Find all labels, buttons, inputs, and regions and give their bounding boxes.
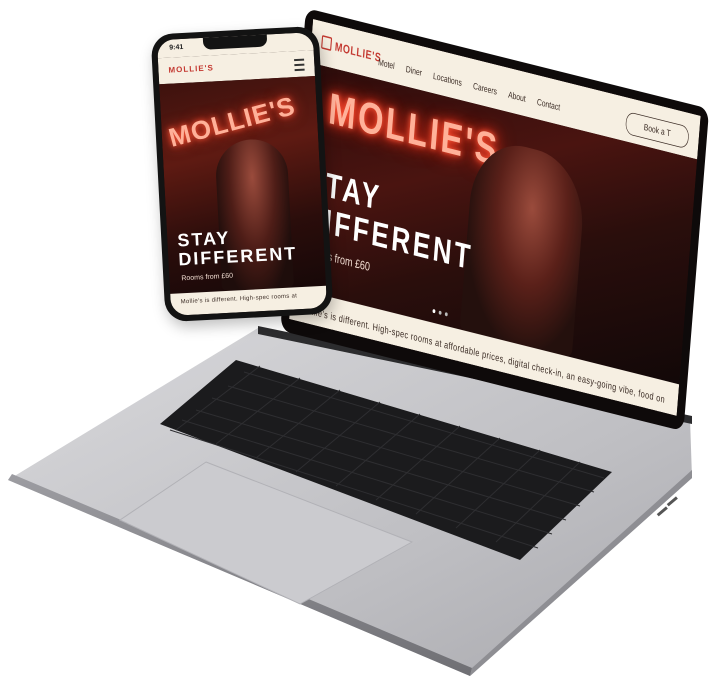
mobile-hero: MOLLIE'S STAY DIFFERENT Rooms from £60	[159, 76, 326, 294]
phone-viewport: 9:41 MOLLIE'S MOLLIE'S STAY DIFFERENT Roo…	[156, 32, 328, 316]
mobile-hero-title: STAY DIFFERENT	[176, 227, 298, 270]
mobile-logo[interactable]: MOLLIE'S	[168, 63, 214, 74]
nav-link-about[interactable]: About	[508, 89, 526, 104]
logo-mark-icon	[321, 34, 333, 51]
status-time: 9:41	[169, 43, 184, 52]
logo-text: MOLLIE'S	[334, 40, 382, 65]
carousel-dot[interactable]	[444, 312, 448, 317]
nav-link-diner[interactable]: Diner	[405, 64, 422, 79]
site-logo[interactable]: MOLLIE'S	[321, 34, 382, 66]
nav-link-motel[interactable]: Motel	[378, 57, 395, 72]
carousel-dot[interactable]	[432, 308, 436, 314]
nav-link-contact[interactable]: Contact	[537, 96, 561, 112]
nav-link-locations[interactable]: Locations	[433, 70, 463, 88]
nav-link-careers[interactable]: Careers	[473, 80, 498, 96]
website-viewport: MOLLIE'S Motel Diner Locations Careers A…	[289, 18, 701, 416]
carousel-dots	[432, 308, 448, 317]
hero-photo-subject	[459, 134, 588, 358]
phone-notch	[202, 34, 268, 50]
carousel-dot[interactable]	[438, 310, 442, 315]
mobile-hero-subject	[214, 137, 295, 292]
laptop-bezel: MOLLIE'S Motel Diner Locations Careers A…	[280, 8, 710, 432]
device-mockup: MOLLIE'S Motel Diner Locations Careers A…	[0, 0, 713, 679]
phone-device: 9:41 MOLLIE'S MOLLIE'S STAY DIFFERENT Roo…	[150, 25, 334, 323]
hamburger-menu-icon[interactable]	[294, 58, 305, 72]
laptop-display: MOLLIE'S Motel Diner Locations Careers A…	[280, 0, 713, 470]
